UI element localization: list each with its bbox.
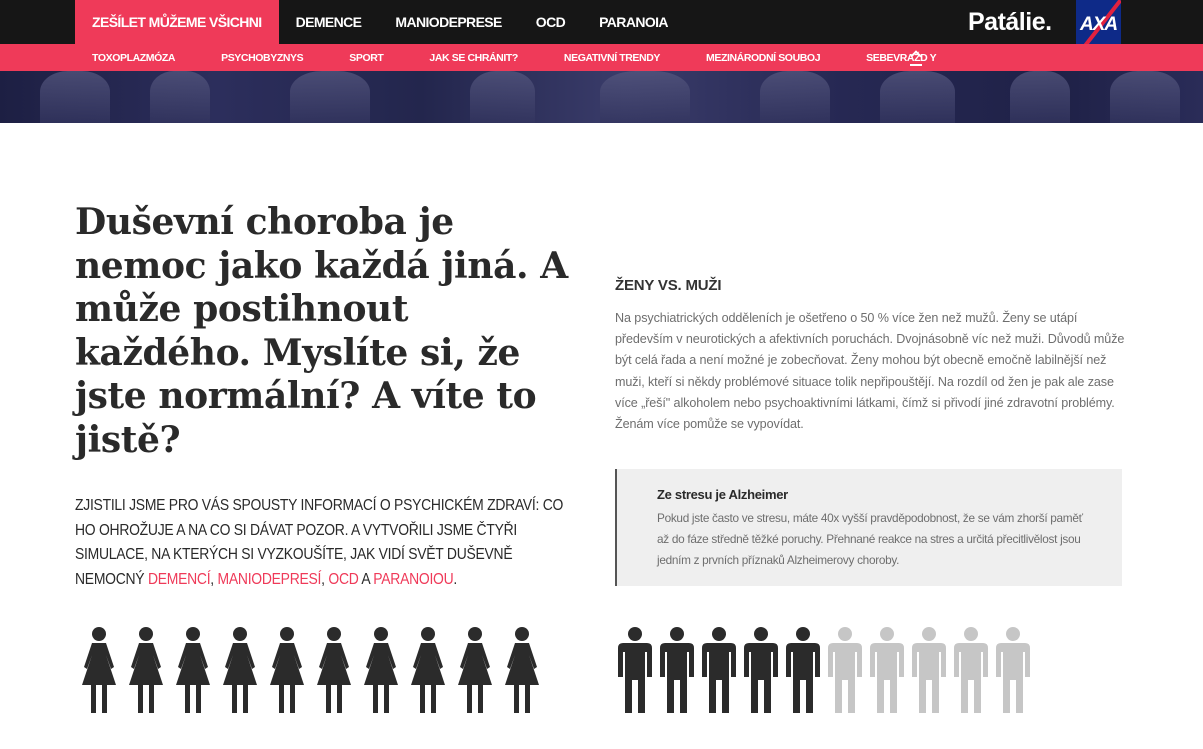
female-figure-icon <box>75 627 122 713</box>
hero-face <box>40 71 110 123</box>
female-figure-icon <box>357 627 404 713</box>
male-figure-icon <box>824 627 866 713</box>
subnav-item-mezinarodni-souboj[interactable]: Mezinárodní souboj <box>706 52 821 64</box>
tab-paranoia[interactable]: Paranoia <box>582 0 685 44</box>
axa-logo-text: AXA <box>1080 14 1118 35</box>
male-figure-icon <box>950 627 992 713</box>
female-figure-icon <box>263 627 310 713</box>
patalie-logo[interactable]: Patálie. <box>968 6 1052 38</box>
female-figure-icon <box>122 627 169 713</box>
main-nav: Zešílet můžeme všichni Demence Maniodepr… <box>75 0 685 44</box>
hero-face <box>150 71 210 123</box>
hero-face <box>1110 71 1180 123</box>
female-figure-icon <box>498 627 545 713</box>
intro-separator: , <box>321 570 325 588</box>
female-figure-icon <box>404 627 451 713</box>
women-pictogram-row <box>75 627 545 713</box>
male-figure-icon <box>782 627 824 713</box>
hero-face <box>760 71 830 123</box>
male-figure-icon <box>656 627 698 713</box>
hero-face <box>1010 71 1070 123</box>
callout-title: Ze stresu je Alzheimer <box>657 487 788 502</box>
collapse-chevron-up-icon[interactable] <box>908 49 924 69</box>
subnav-item-sebevrazdy[interactable]: Sebevražd y <box>866 52 936 64</box>
link-maniodepresi[interactable]: maniodepresí <box>218 571 322 588</box>
section-body: Na psychiatrických odděleních je ošetřen… <box>615 311 1125 432</box>
subnav-item-negativni-trendy[interactable]: Negativní trendy <box>564 52 660 64</box>
female-figure-icon <box>310 627 357 713</box>
callout-body: Pokud jste často ve stresu, máte 40x vyš… <box>657 511 1083 567</box>
female-figure-icon <box>451 627 498 713</box>
male-figure-icon <box>740 627 782 713</box>
male-figure-icon <box>698 627 740 713</box>
female-figure-icon <box>216 627 263 713</box>
male-figure-icon <box>908 627 950 713</box>
men-pictogram-row <box>614 627 1034 713</box>
intro-paragraph: Zjistili jsme pro vás spousty informací … <box>75 494 580 592</box>
axa-logo[interactable]: AXA <box>1076 0 1121 44</box>
underline-bar <box>910 64 922 66</box>
hero-face <box>290 71 370 123</box>
hero-face <box>470 71 535 123</box>
male-figure-icon <box>992 627 1034 713</box>
hero-face <box>880 71 955 123</box>
tab-ocd[interactable]: OCD <box>519 0 582 44</box>
hero-face <box>600 71 690 123</box>
tab-zesilet-muzeme-vsichni[interactable]: Zešílet můžeme všichni <box>75 0 279 44</box>
subnav-item-jak-se-chranit[interactable]: Jak se chránit? <box>429 52 518 64</box>
hero-faces-banner <box>0 71 1203 123</box>
subnav-item-sport[interactable]: Sport <box>349 52 384 64</box>
link-ocd[interactable]: OCD <box>328 571 358 588</box>
link-demenci[interactable]: demencí <box>148 571 211 588</box>
female-figure-icon <box>169 627 216 713</box>
chevron-up-icon <box>910 50 922 62</box>
subnav-item-psychobyznys[interactable]: Psychobyznys <box>221 52 304 64</box>
intro-end: . <box>453 570 458 588</box>
section-title: Ženy vs. muži <box>615 277 722 294</box>
intro-conjunction: a <box>361 570 370 588</box>
link-paranoiou[interactable]: paranoiou <box>373 571 453 588</box>
page-headline: Duševní choroba je nemoc jako každá jiná… <box>75 201 568 461</box>
intro-separator: , <box>210 570 214 588</box>
tab-maniodeprese[interactable]: Maniodeprese <box>378 0 518 44</box>
sub-nav: Toxoplazmóza Psychobyznys Sport Jak se c… <box>92 44 982 71</box>
fact-callout-box: Ze stresu je Alzheimer Pokud jste často … <box>615 469 1122 586</box>
male-figure-icon <box>614 627 656 713</box>
male-figure-icon <box>866 627 908 713</box>
tab-demence[interactable]: Demence <box>279 0 379 44</box>
subnav-item-toxoplazmoza[interactable]: Toxoplazmóza <box>92 52 175 64</box>
